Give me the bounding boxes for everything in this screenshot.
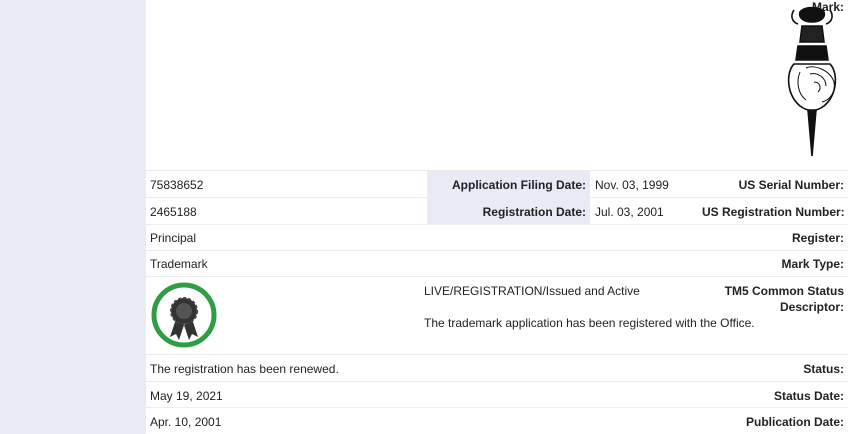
publication-date-label: Publication Date: (745, 415, 844, 429)
publication-date-value: Apr. 10, 2001 (150, 415, 222, 429)
filing-date-label: Application Filing Date: (452, 178, 586, 192)
tm5-label-line1: TM5 Common Status (724, 284, 844, 298)
tm5-status-description: The trademark application has been regis… (424, 316, 755, 330)
row-divider (146, 276, 848, 277)
label-column-background (0, 0, 146, 434)
row-divider (146, 354, 848, 355)
register-value: Principal (150, 231, 197, 245)
row-divider (146, 381, 848, 382)
registration-date-label: Registration Date: (482, 205, 586, 219)
serial-number-label: US Serial Number: (738, 178, 844, 192)
row-divider (146, 250, 848, 251)
row-divider (146, 224, 848, 225)
mark-type-value: Trademark (150, 257, 208, 271)
registration-number-label: US Registration Number: (702, 205, 845, 219)
row-divider (146, 407, 848, 408)
registration-date-value: Jul. 03, 2001 (595, 205, 664, 219)
mark-type-label: Mark Type: (781, 257, 844, 271)
status-value: The registration has been renewed. (150, 362, 339, 376)
tm5-label-line2: Descriptor: (779, 300, 844, 314)
registration-number-value: 2465188 (150, 205, 197, 219)
status-date-value: May 19, 2021 (150, 389, 223, 403)
filing-date-value: Nov. 03, 1999 (595, 178, 669, 192)
serial-number-value: 75838652 (150, 178, 204, 192)
status-label: Status: (803, 362, 844, 376)
award-ribbon-icon (151, 282, 217, 348)
register-label: Register: (791, 231, 844, 245)
mark-image (787, 6, 837, 157)
status-date-label: Status Date: (773, 389, 844, 403)
tm5-status-text: LIVE/REGISTRATION/Issued and Active (424, 284, 640, 298)
